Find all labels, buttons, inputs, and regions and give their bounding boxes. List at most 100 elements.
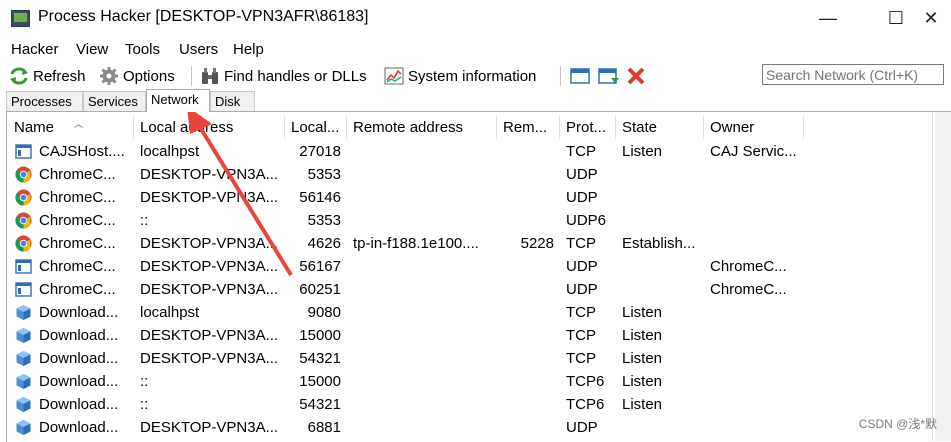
cell-local-address: DESKTOP-VPN3A... [140, 166, 279, 183]
cell-name: ChromeC... [39, 258, 116, 275]
menu-help[interactable]: Help [233, 41, 264, 58]
table-row[interactable]: ChromeC... DESKTOP-VPN3A... 60251 UDP Chrome… [8, 278, 943, 301]
system-information-button[interactable]: System information [384, 65, 536, 87]
menu-hacker[interactable]: Hacker [11, 41, 59, 58]
cell-local-port: 6881 [307, 419, 341, 436]
find-handles-button[interactable]: Find handles or DLLs [200, 65, 367, 87]
cell-protocol: UDP [566, 189, 598, 206]
column-header-protocol[interactable]: Prot... [560, 116, 616, 139]
cell-state: Listen [622, 396, 663, 413]
cell-remote-address [353, 186, 493, 209]
cube-icon [16, 328, 31, 343]
column-header-local-port[interactable]: Local... [285, 116, 347, 139]
chrome-icon [15, 235, 32, 252]
chrome-icon [15, 212, 32, 229]
cell-protocol: TCP6 [566, 396, 605, 413]
cell-state: Listen [622, 350, 663, 367]
cell-protocol: TCP [566, 143, 596, 160]
maximize-button[interactable]: ☐ [876, 6, 916, 32]
tab-disk[interactable]: Disk [210, 91, 255, 111]
search-network-input[interactable] [762, 64, 944, 85]
cell-state: Listen [622, 373, 663, 390]
cell-local-port: 5353 [307, 212, 341, 229]
table-row[interactable]: Download... DESKTOP-VPN3A... 54321 TCP Liste… [8, 347, 943, 370]
cell-local-address: DESKTOP-VPN3A... [140, 327, 279, 344]
cell-remote-address: tp-in-f188.1e100.... [353, 235, 479, 252]
table-row[interactable]: ChromeC...:: 5353 UDP6 [8, 209, 943, 232]
cell-remote-port [497, 255, 554, 278]
cell-remote-port [497, 140, 554, 163]
cell-protocol: UDP [566, 166, 598, 183]
table-row[interactable]: ChromeC... DESKTOP-VPN3A... 56167 UDP Chrome… [8, 255, 943, 278]
table-row[interactable]: Download...:: 15000 TCP6 Listen [8, 370, 943, 393]
cell-local-port: 27018 [299, 143, 341, 160]
cell-state [622, 255, 704, 278]
cell-local-port: 15000 [299, 327, 341, 344]
process-hacker-icon [11, 10, 30, 27]
table-row[interactable]: Download... localhpst 9080 TCP Listen [8, 301, 943, 324]
tab-services[interactable]: Services [83, 91, 146, 111]
cell-remote-address [353, 324, 493, 347]
cell-name: Download... [39, 419, 119, 436]
cube-icon [16, 305, 31, 320]
cell-name: ChromeC... [39, 281, 116, 298]
menu-view[interactable]: View [76, 41, 108, 58]
cell-state: Listen [622, 304, 663, 321]
cell-local-address: DESKTOP-VPN3A... [140, 258, 279, 275]
minimize-button[interactable]: — [808, 6, 848, 32]
table-row[interactable]: ChromeC... DESKTOP-VPN3A... 4626 tp-in-f188… [8, 232, 943, 255]
cell-name: ChromeC... [39, 235, 116, 252]
cell-remote-port: 5228 [520, 235, 554, 252]
cell-name: ChromeC... [39, 166, 116, 183]
cell-protocol: TCP6 [566, 373, 605, 390]
cell-owner: ChromeC... [710, 281, 787, 298]
red-x-icon [627, 67, 645, 85]
cell-protocol: TCP [566, 327, 596, 344]
cell-owner [710, 393, 804, 416]
cell-owner [710, 347, 804, 370]
app-window-icon [15, 144, 32, 159]
column-header-local-address[interactable]: Local address [134, 116, 285, 139]
tab-network[interactable]: Network [146, 89, 210, 112]
title-bar: Process Hacker [DESKTOP-VPN3AFR\86183] —… [0, 0, 951, 36]
column-header-remote-port[interactable]: Rem... [497, 116, 560, 139]
window-icon [570, 68, 590, 84]
cell-remote-address [353, 278, 493, 301]
cell-name: Download... [39, 373, 119, 390]
menu-users[interactable]: Users [179, 41, 218, 58]
table-row[interactable]: CAJSHost.... localhpst 27018 TCP Listen CAJ S… [8, 140, 943, 163]
cell-protocol: TCP [566, 350, 596, 367]
cell-name: CAJSHost.... [39, 143, 125, 160]
cell-local-address: :: [140, 373, 149, 390]
table-row[interactable]: Download... DESKTOP-VPN3A... 15000 TCP Liste… [8, 324, 943, 347]
cell-remote-address [353, 393, 493, 416]
tab-processes[interactable]: Processes [6, 91, 83, 111]
table-row[interactable]: ChromeC... DESKTOP-VPN3A... 5353 UDP [8, 163, 943, 186]
cell-state [622, 163, 704, 186]
table-row[interactable]: ChromeC... DESKTOP-VPN3A... 56146 UDP [8, 186, 943, 209]
cell-remote-address [353, 209, 493, 232]
column-header-remote-address[interactable]: Remote address [347, 116, 497, 139]
cell-local-address: DESKTOP-VPN3A... [140, 281, 279, 298]
cell-remote-port [497, 186, 554, 209]
table-row[interactable]: Download...:: 54321 TCP6 Listen [8, 393, 943, 416]
column-header-owner[interactable]: Owner [704, 116, 804, 139]
close-button[interactable]: ✕ [911, 6, 951, 32]
cell-protocol: UDP [566, 258, 598, 275]
table-row[interactable]: Download... DESKTOP-VPN3A... 6881 UDP [8, 416, 943, 439]
cell-protocol: TCP [566, 235, 596, 252]
chart-icon [384, 67, 404, 85]
refresh-button[interactable]: Refresh [9, 65, 86, 87]
options-button[interactable]: Options [99, 65, 175, 87]
options-label: Options [123, 67, 175, 85]
column-header-name[interactable]: Name ︿ [8, 116, 134, 139]
menu-tools[interactable]: Tools [125, 41, 160, 58]
terminate-button[interactable] [626, 65, 646, 87]
menu-bar: Hacker View Tools Users Help [0, 38, 951, 62]
cell-state [622, 416, 704, 439]
window-arrow-button[interactable] [598, 65, 620, 87]
column-header-state[interactable]: State [616, 116, 704, 139]
cell-owner [710, 416, 804, 439]
cell-remote-address [353, 347, 493, 370]
window-button[interactable] [570, 65, 590, 87]
